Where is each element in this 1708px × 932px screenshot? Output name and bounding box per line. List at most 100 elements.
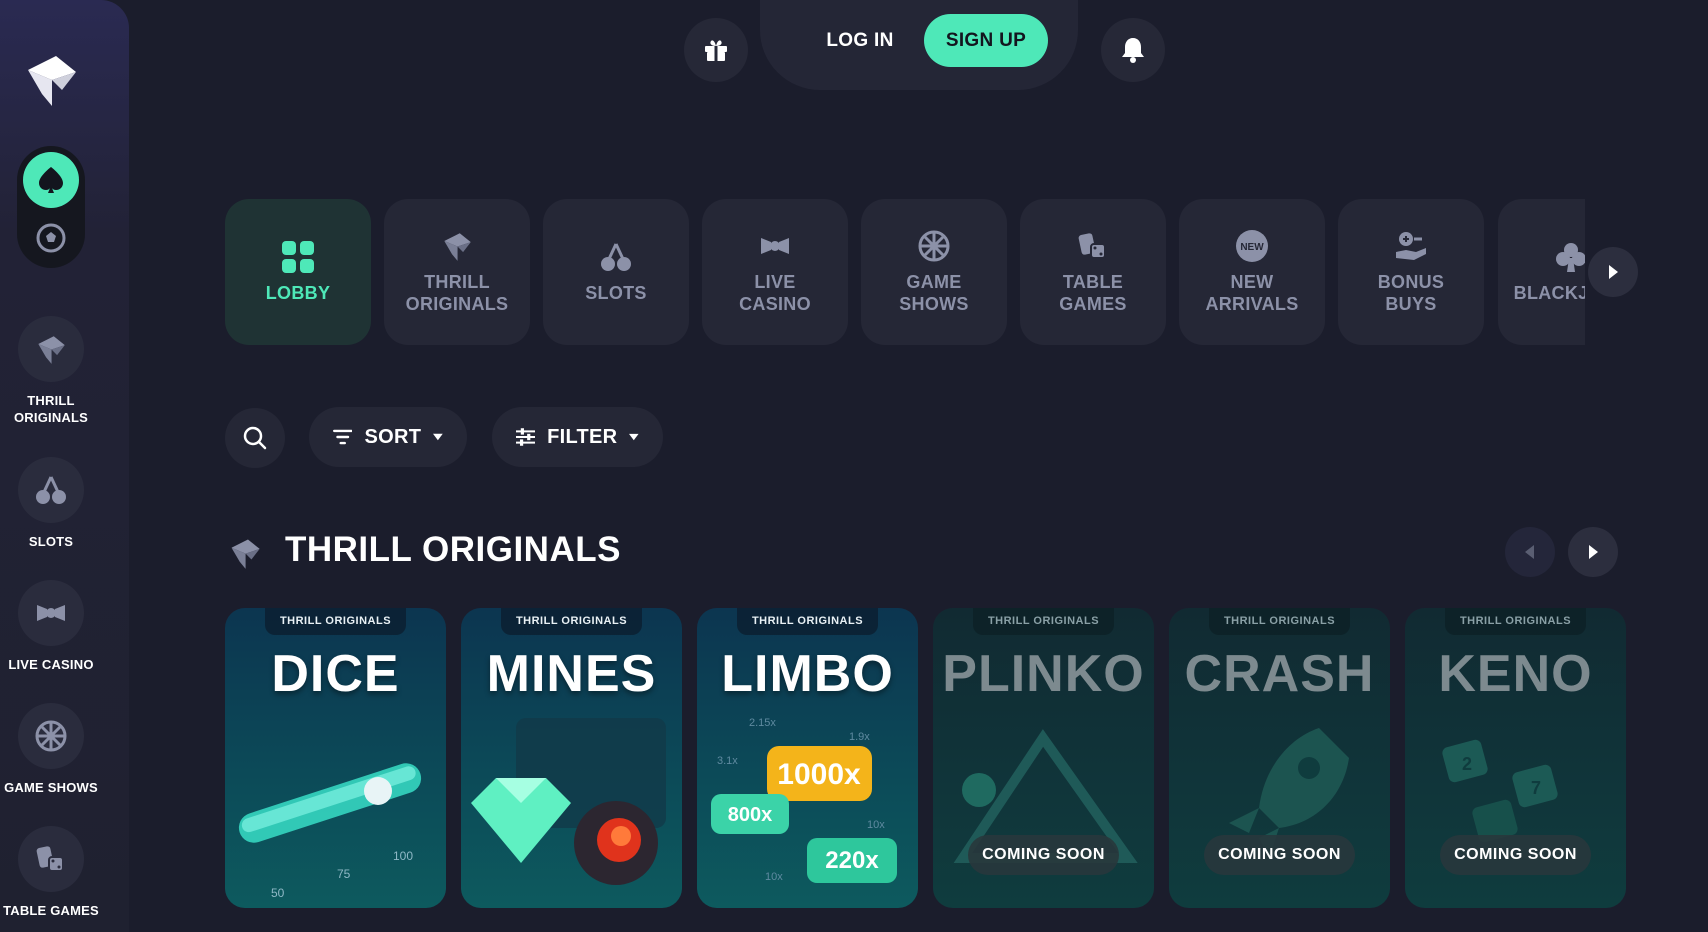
sidebar-item-label: GAME SHOWS [4, 780, 98, 795]
chevron-right-icon [1589, 545, 1598, 559]
chevron-left-icon [1525, 545, 1534, 559]
sidebar-item-thrill-originals[interactable]: THRILL ORIGINALS [0, 316, 102, 426]
game-title: DICE [271, 645, 400, 703]
limbo-faint-label: 1.9x [849, 731, 870, 743]
search-icon [243, 426, 267, 450]
sidebar-item-slots[interactable]: SLOTS [0, 457, 102, 550]
game-card-dice[interactable]: THRILL ORIGINALS DICE 50 75 100 [225, 608, 446, 908]
category-next-button[interactable] [1588, 247, 1638, 297]
sidebar-item-label: THRILL ORIGINALS [13, 393, 89, 425]
game-title: PLINKO [942, 645, 1145, 703]
thrill-logo-icon [38, 336, 65, 364]
mines-art [471, 718, 666, 885]
live-casino-icon [37, 605, 65, 621]
category-label: LIVE CASINO [739, 272, 811, 314]
game-card-crash[interactable]: THRILL ORIGINALS CRASH COMING SOON [1169, 608, 1390, 908]
category-bonus-buys[interactable]: BONUS BUYS [1338, 199, 1484, 345]
game-card-keno[interactable]: THRILL ORIGINALS KENO 2 7 COMING SOON [1405, 608, 1626, 908]
game-title: LIMBO [721, 645, 894, 703]
game-tag: THRILL ORIGINALS [1209, 608, 1350, 635]
club-icon [1556, 243, 1585, 272]
sidebar: THRILL ORIGINALS SLOTS LIVE CASINO GAME … [0, 0, 129, 932]
plinko-art [953, 729, 1138, 863]
category-label: GAME SHOWS [899, 272, 969, 314]
game-card-mines[interactable]: THRILL ORIGINALS MINES [461, 608, 682, 908]
signup-button[interactable]: SIGN UP [924, 14, 1048, 67]
limbo-faint-label: 2.15x [749, 717, 776, 729]
category-label: NEW ARRIVALS [1205, 272, 1299, 314]
category-label: TABLE GAMES [1059, 272, 1127, 314]
category-label: LOBBY [265, 283, 331, 303]
category-new-arrivals[interactable]: NEW NEW ARRIVALS [1179, 199, 1325, 345]
live-casino-icon [761, 238, 789, 254]
category-table-games[interactable]: TABLE GAMES [1020, 199, 1166, 345]
game-tag: THRILL ORIGINALS [737, 608, 878, 635]
sidebar-item-label: SLOTS [28, 534, 74, 549]
new-badge-text: NEW [1240, 242, 1264, 253]
game-title: KENO [1438, 645, 1593, 703]
sidebar-item-label: TABLE GAMES [3, 903, 99, 918]
spade-icon [39, 167, 63, 193]
gift-button[interactable] [684, 18, 748, 82]
gift-icon [705, 40, 727, 61]
cherries-icon [601, 243, 631, 271]
sort-button[interactable]: SORT [309, 407, 467, 467]
dice-slider-art: 50 75 100 [238, 763, 422, 900]
game-tag: THRILL ORIGINALS [265, 608, 406, 635]
category-label: THRILL ORIGINALS [405, 272, 509, 314]
sidebar-item-label: LIVE CASINO [8, 657, 94, 672]
thrill-logo-icon [444, 233, 471, 261]
caret-down-icon [433, 433, 443, 441]
cards-dice-icon [36, 846, 64, 872]
chevron-right-icon [1609, 265, 1618, 279]
game-card-limbo[interactable]: THRILL ORIGINALS LIMBO 2.15x 1.9x 3.1x 1… [697, 608, 918, 908]
sidebar-item-live-casino[interactable]: LIVE CASINO [0, 580, 102, 673]
notifications-button[interactable] [1101, 18, 1165, 82]
category-label: SLOTS [585, 283, 647, 303]
limbo-faint-label: 10x [867, 819, 885, 831]
limbo-multiplier: 800x [728, 804, 773, 826]
filter-button[interactable]: FILTER [492, 407, 663, 467]
category-slots[interactable]: SLOTS [543, 199, 689, 345]
keno-tile-number: 7 [1531, 778, 1541, 798]
sidebar-item-game-shows[interactable]: GAME SHOWS [0, 703, 102, 796]
limbo-multiplier-big: 1000x [777, 758, 861, 791]
section-prev-button[interactable] [1505, 527, 1555, 577]
sidebar-item-table-games[interactable]: TABLE GAMES [0, 826, 102, 919]
game-card-plinko[interactable]: THRILL ORIGINALS PLINKO COMING SOON [933, 608, 1154, 908]
keno-tile-number: 2 [1462, 754, 1472, 774]
category-game-shows[interactable]: GAME SHOWS [861, 199, 1007, 345]
search-button[interactable] [225, 408, 285, 468]
cards-dice-icon [1078, 233, 1106, 259]
limbo-multiplier: 220x [825, 847, 879, 874]
coming-soon-badge: COMING SOON [1440, 835, 1591, 875]
wheel-icon [918, 230, 950, 262]
limbo-faint-label: 3.1x [717, 755, 738, 767]
caret-down-icon [629, 433, 639, 441]
section-next-button[interactable] [1568, 527, 1618, 577]
casino-mode-button[interactable] [23, 152, 79, 208]
game-tag: THRILL ORIGINALS [1445, 608, 1586, 635]
bonus-hand-icon [1396, 232, 1426, 260]
category-live-casino[interactable]: LIVE CASINO [702, 199, 848, 345]
category-thrill-originals[interactable]: THRILL ORIGINALS [384, 199, 530, 345]
rocket-art [1229, 728, 1349, 858]
game-title: CRASH [1184, 645, 1375, 703]
thrill-logo-icon[interactable] [22, 50, 80, 108]
category-lobby[interactable]: LOBBY [225, 199, 371, 345]
coming-soon-badge: COMING SOON [968, 835, 1119, 875]
category-overflow: BLACKJACK [1498, 199, 1585, 345]
game-tag: THRILL ORIGINALS [973, 608, 1114, 635]
login-button[interactable]: LOG IN [820, 26, 900, 56]
dice-scale-label: 100 [393, 849, 413, 863]
section-title: THRILL ORIGINALS [285, 530, 621, 569]
soccer-ball-icon [36, 223, 66, 253]
category-blackjack[interactable]: BLACKJACK [1498, 199, 1585, 345]
sports-mode-button[interactable] [31, 218, 71, 258]
mode-switcher [17, 146, 85, 268]
category-label: BONUS BUYS [1377, 272, 1445, 314]
grid-icon [282, 241, 314, 273]
dice-scale-label: 50 [271, 886, 285, 900]
thrill-logo-icon [231, 539, 260, 569]
game-tag: THRILL ORIGINALS [501, 608, 642, 635]
